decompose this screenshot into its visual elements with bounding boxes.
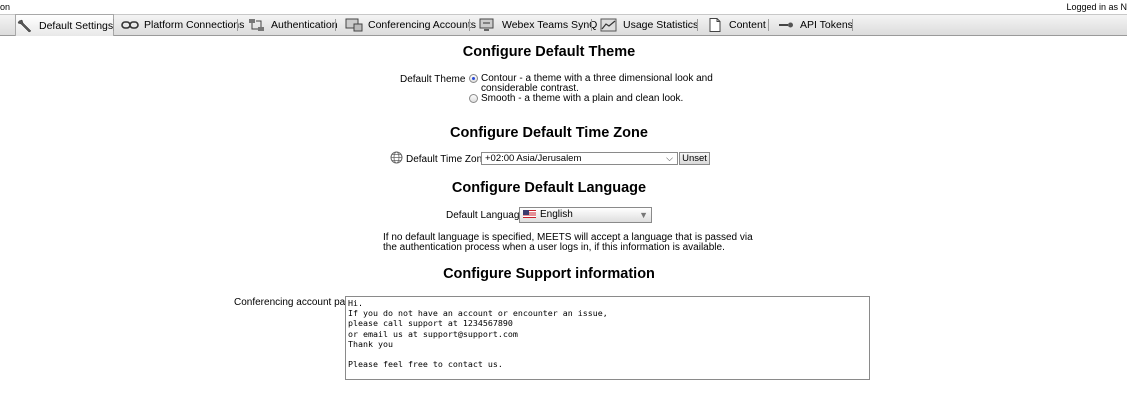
top-status-bar: on Logged in as N bbox=[0, 0, 1127, 14]
chevron-down-icon: ▼ bbox=[639, 210, 648, 220]
chart-icon bbox=[600, 18, 618, 32]
tab-separator bbox=[335, 19, 336, 31]
tab-authentication[interactable]: Authentication bbox=[248, 15, 338, 35]
tab-label: Conferencing Accounts bbox=[368, 19, 476, 31]
language-value: English bbox=[540, 209, 573, 220]
tab-conferencing-accounts[interactable]: Conferencing Accounts bbox=[345, 15, 476, 35]
main-tab-bar: Default Settings Platform Connections Au… bbox=[0, 14, 1127, 36]
tab-separator bbox=[113, 19, 114, 31]
conferencing-account-page-label: Conferencing account page bbox=[234, 297, 357, 308]
tab-usage-statistics[interactable]: Usage Statistics bbox=[600, 15, 698, 35]
tab-separator bbox=[852, 19, 853, 31]
tab-webex-teams-synq[interactable]: Webex Teams SynQ bbox=[479, 15, 597, 35]
timezone-value: +02:00 Asia/Jerusalem bbox=[485, 153, 582, 164]
tab-label: Webex Teams SynQ bbox=[502, 19, 598, 31]
us-flag-icon bbox=[523, 210, 536, 219]
link-icon bbox=[121, 18, 139, 32]
globe-icon bbox=[390, 151, 403, 167]
language-select[interactable]: English ▼ bbox=[519, 207, 652, 223]
tab-separator bbox=[591, 19, 592, 31]
document-icon bbox=[706, 18, 724, 32]
tab-separator bbox=[237, 19, 238, 31]
theme-smooth-text: Smooth - a theme with a plain and clean … bbox=[481, 93, 684, 104]
key-icon bbox=[777, 18, 795, 32]
tab-label: Content bbox=[729, 19, 766, 31]
wrench-icon bbox=[16, 19, 34, 33]
sync-monitor-icon bbox=[479, 18, 497, 32]
app-title-fragment: on bbox=[0, 2, 11, 12]
language-note-line2: the authentication process when a user l… bbox=[383, 242, 725, 253]
tab-separator bbox=[469, 19, 470, 31]
support-heading: Configure Support information bbox=[443, 266, 655, 282]
timezone-select[interactable]: +02:00 Asia/Jerusalem ⌵ bbox=[481, 152, 678, 165]
default-theme-label: Default Theme bbox=[400, 74, 466, 85]
language-heading: Configure Default Language bbox=[451, 180, 647, 196]
default-language-label: Default Language bbox=[446, 210, 525, 221]
theme-smooth-radio[interactable] bbox=[469, 94, 478, 103]
tab-content[interactable]: Content bbox=[706, 15, 766, 35]
tab-platform-connections[interactable]: Platform Connections bbox=[121, 15, 244, 35]
monitor-icon bbox=[345, 18, 363, 32]
chevron-down-icon: ⌵ bbox=[666, 153, 673, 163]
theme-heading: Configure Default Theme bbox=[462, 44, 636, 60]
logged-in-text: Logged in as N bbox=[1066, 2, 1127, 12]
tab-api-tokens[interactable]: API Tokens bbox=[777, 15, 853, 35]
authentication-icon bbox=[248, 18, 266, 32]
tab-label: Default Settings bbox=[39, 19, 114, 32]
tab-label: Authentication bbox=[271, 19, 338, 31]
tab-label: Usage Statistics bbox=[623, 19, 699, 31]
tab-default-settings[interactable]: Default Settings bbox=[15, 14, 114, 36]
unset-timezone-button[interactable]: Unset bbox=[679, 152, 710, 165]
support-info-textarea[interactable]: Hi. If you do not have an account or enc… bbox=[345, 296, 870, 380]
tab-label: API Tokens bbox=[800, 19, 853, 31]
tab-separator bbox=[768, 19, 769, 31]
timezone-heading: Configure Default Time Zone bbox=[450, 125, 648, 141]
default-timezone-label: Default Time Zone bbox=[406, 154, 488, 165]
tab-separator bbox=[697, 19, 698, 31]
theme-contour-radio[interactable] bbox=[469, 74, 478, 83]
tab-label: Platform Connections bbox=[144, 19, 245, 31]
